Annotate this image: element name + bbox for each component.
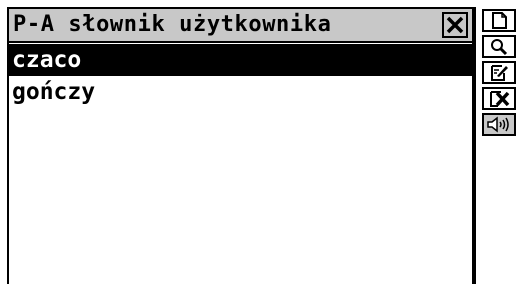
dictionary-window: P-A słownik użytkownika czaco gończy	[0, 0, 527, 284]
list-item[interactable]: gończy	[9, 76, 472, 108]
edit-button[interactable]	[482, 61, 516, 84]
search-button[interactable]	[482, 35, 516, 58]
delete-icon	[490, 91, 510, 107]
new-entry-button[interactable]	[482, 9, 516, 32]
edit-icon	[491, 65, 508, 81]
word-list: czaco gończy	[9, 44, 472, 108]
close-button[interactable]	[442, 12, 468, 38]
speaker-icon	[487, 116, 509, 133]
close-icon	[446, 16, 464, 34]
pronounce-button[interactable]	[482, 113, 516, 136]
title-bar: P-A słownik użytkownika	[7, 7, 474, 43]
delete-button[interactable]	[482, 87, 516, 110]
list-item-label: gończy	[12, 79, 96, 105]
side-toolbar	[474, 7, 527, 284]
list-item[interactable]: czaco	[9, 44, 472, 76]
new-document-icon	[492, 12, 507, 29]
window-title: P-A słownik użytkownika	[13, 12, 332, 37]
list-item-label: czaco	[12, 47, 82, 73]
search-icon	[491, 39, 508, 56]
